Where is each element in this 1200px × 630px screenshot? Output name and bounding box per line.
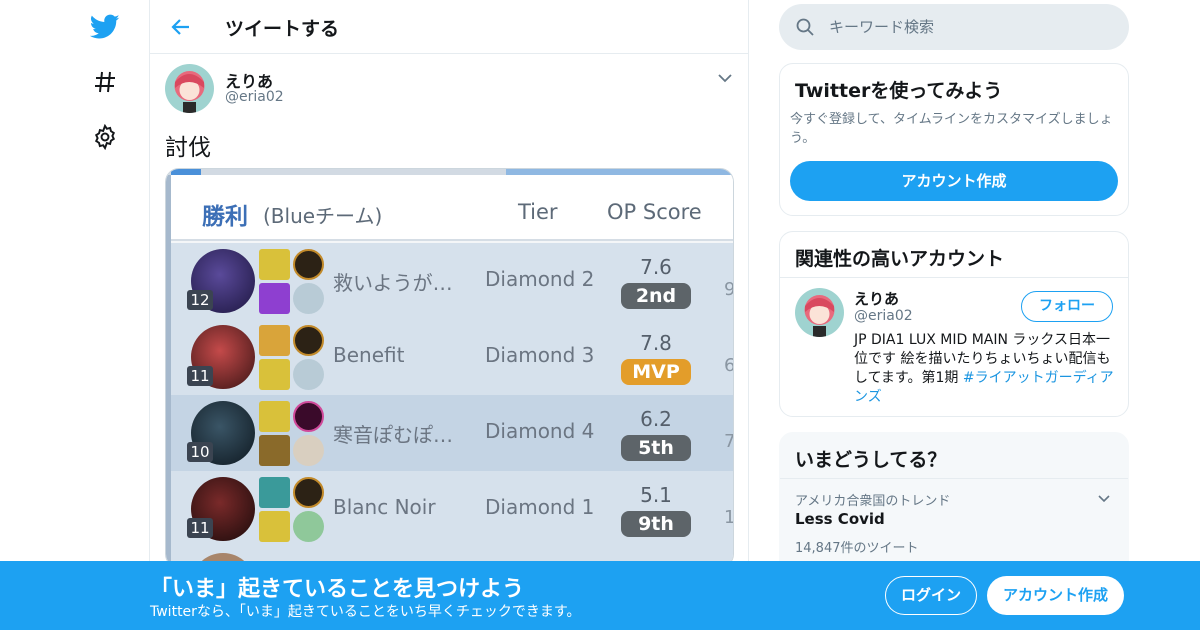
search-input[interactable]	[829, 4, 1109, 50]
rank-badge: 2nd	[621, 283, 691, 309]
related-account-handle[interactable]: @eria02	[854, 308, 913, 324]
arrow-left-icon[interactable]	[168, 14, 194, 40]
follow-button[interactable]: フォロー	[1021, 291, 1113, 322]
related-accounts-card: 関連性の高いアカウント えりあ @eria02 フォロー JP DIA1 LUX…	[779, 231, 1129, 417]
related-account-name[interactable]: えりあ	[854, 288, 899, 309]
signup-card-title: Twitterを使ってみよう	[795, 80, 1003, 102]
divider	[780, 478, 1128, 479]
signup-banner: 「いま」起きていることを見つけよう Twitterなら、「いま」起きていることを…	[0, 561, 1200, 630]
scoreboard-row: 11 Benefit Diamond 3 7.8 MVP 6	[171, 319, 733, 395]
summoner-spell-icon	[259, 249, 290, 280]
chevron-down-icon[interactable]	[715, 68, 735, 88]
login-button[interactable]: ログイン	[885, 576, 977, 615]
search-icon	[795, 17, 815, 37]
rank-badge: 9th	[621, 511, 691, 537]
scoreboard-row: 12 救いようが… Diamond 2 7.6 2nd 9	[171, 243, 733, 319]
hashtag-icon[interactable]	[90, 67, 120, 97]
summoner-spell-icon	[259, 511, 290, 542]
rune-icon	[293, 249, 324, 280]
banner-title: 「いま」起きていることを見つけよう	[150, 577, 525, 602]
banner-subtitle: Twitterなら、「いま」起きていることをいち早くチェックできます。	[150, 604, 581, 620]
op-score: 7.8	[640, 331, 672, 355]
player-name: 寒音ぽむぽ…	[333, 423, 453, 447]
team-label: (Blueチーム)	[263, 204, 383, 228]
cut-off-value: 6	[724, 355, 733, 376]
related-account-bio: JP DIA1 LUX MID MAIN ラックス日本一位です 絵を描いたりちょ…	[854, 331, 1116, 407]
summoner-spell-icon	[259, 477, 290, 508]
gear-icon[interactable]	[90, 122, 120, 152]
cut-off-value: 1	[724, 507, 733, 528]
chevron-down-icon[interactable]	[1095, 490, 1113, 508]
rune-icon	[293, 401, 324, 432]
divider	[780, 277, 1128, 278]
scoreboard-header: 勝利 (Blueチーム) Tier OP Score	[171, 175, 733, 241]
cut-off-value: 7	[724, 431, 733, 452]
rune-icon	[293, 283, 324, 314]
summoner-spell-icon	[259, 359, 290, 390]
cut-off-value: 9	[724, 279, 733, 300]
twitter-bird-icon[interactable]	[90, 12, 120, 42]
op-score: 6.2	[640, 407, 672, 431]
tweet-page: ツイートする えりあ @eria02 討伐 勝利 (Blueチーム) Tier …	[0, 0, 1200, 630]
summoner-spell-icon	[259, 325, 290, 356]
rune-icon	[293, 477, 324, 508]
champion-level: 12	[187, 290, 213, 310]
main-column: ツイートする えりあ @eria02 討伐 勝利 (Blueチーム) Tier …	[149, 0, 749, 630]
player-name: Benefit	[333, 343, 405, 367]
summoner-spell-icon	[259, 283, 290, 314]
tweet-media[interactable]: 勝利 (Blueチーム) Tier OP Score 12 救いようが… Dia…	[165, 168, 734, 568]
tweet-text: 討伐	[165, 135, 211, 161]
result-label: 勝利	[202, 204, 248, 230]
summoner-spell-icon	[259, 435, 290, 466]
column-tier: Tier	[518, 200, 558, 224]
page-title: ツイートする	[225, 18, 340, 40]
player-tier: Diamond 3	[485, 343, 595, 367]
scoreboard-row: 11 Blanc Noir Diamond 1 5.1 9th 1	[171, 471, 733, 547]
op-score: 7.6	[640, 255, 672, 279]
player-tier: Diamond 4	[485, 419, 595, 443]
rune-icon	[293, 325, 324, 356]
search-bar[interactable]	[779, 4, 1129, 50]
champion-level: 11	[187, 518, 213, 538]
create-account-button[interactable]: アカウント作成	[790, 161, 1118, 201]
rank-badge: 5th	[621, 435, 691, 461]
avatar[interactable]	[795, 288, 844, 337]
player-name: 救いようが…	[333, 271, 453, 295]
author-handle[interactable]: @eria02	[225, 89, 284, 105]
rune-icon	[293, 435, 324, 466]
rank-badge: MVP	[621, 359, 691, 385]
champion-level: 10	[187, 442, 213, 462]
trends-card-title: いまどうしてる？	[795, 449, 947, 471]
signup-description: 今すぐ登録して、タイムラインをカスタマイズしましょう。	[790, 112, 1113, 146]
champion-level: 11	[187, 366, 213, 386]
rune-icon	[293, 511, 324, 542]
banner-create-account-button[interactable]: アカウント作成	[987, 576, 1124, 615]
main-header: ツイートする	[150, 0, 748, 54]
related-card-title: 関連性の高いアカウント	[795, 248, 1005, 270]
scoreboard-row: 10 寒音ぽむぽ… Diamond 4 6.2 5th 7	[171, 395, 733, 471]
player-tier: Diamond 1	[485, 495, 595, 519]
op-score: 5.1	[640, 483, 672, 507]
avatar[interactable]	[165, 64, 214, 113]
player-tier: Diamond 2	[485, 267, 595, 291]
signup-card: Twitterを使ってみよう 今すぐ登録して、タイムラインをカスタマイズしましょ…	[779, 63, 1129, 216]
trend-name[interactable]: Less Covid	[795, 510, 885, 528]
player-name: Blanc Noir	[333, 495, 436, 519]
column-op-score: OP Score	[607, 200, 702, 224]
summoner-spell-icon	[259, 401, 290, 432]
trend-context: アメリカ合衆国のトレンド	[795, 494, 951, 509]
trend-count: 14,847件のツイート	[795, 541, 919, 556]
rune-icon	[293, 359, 324, 390]
